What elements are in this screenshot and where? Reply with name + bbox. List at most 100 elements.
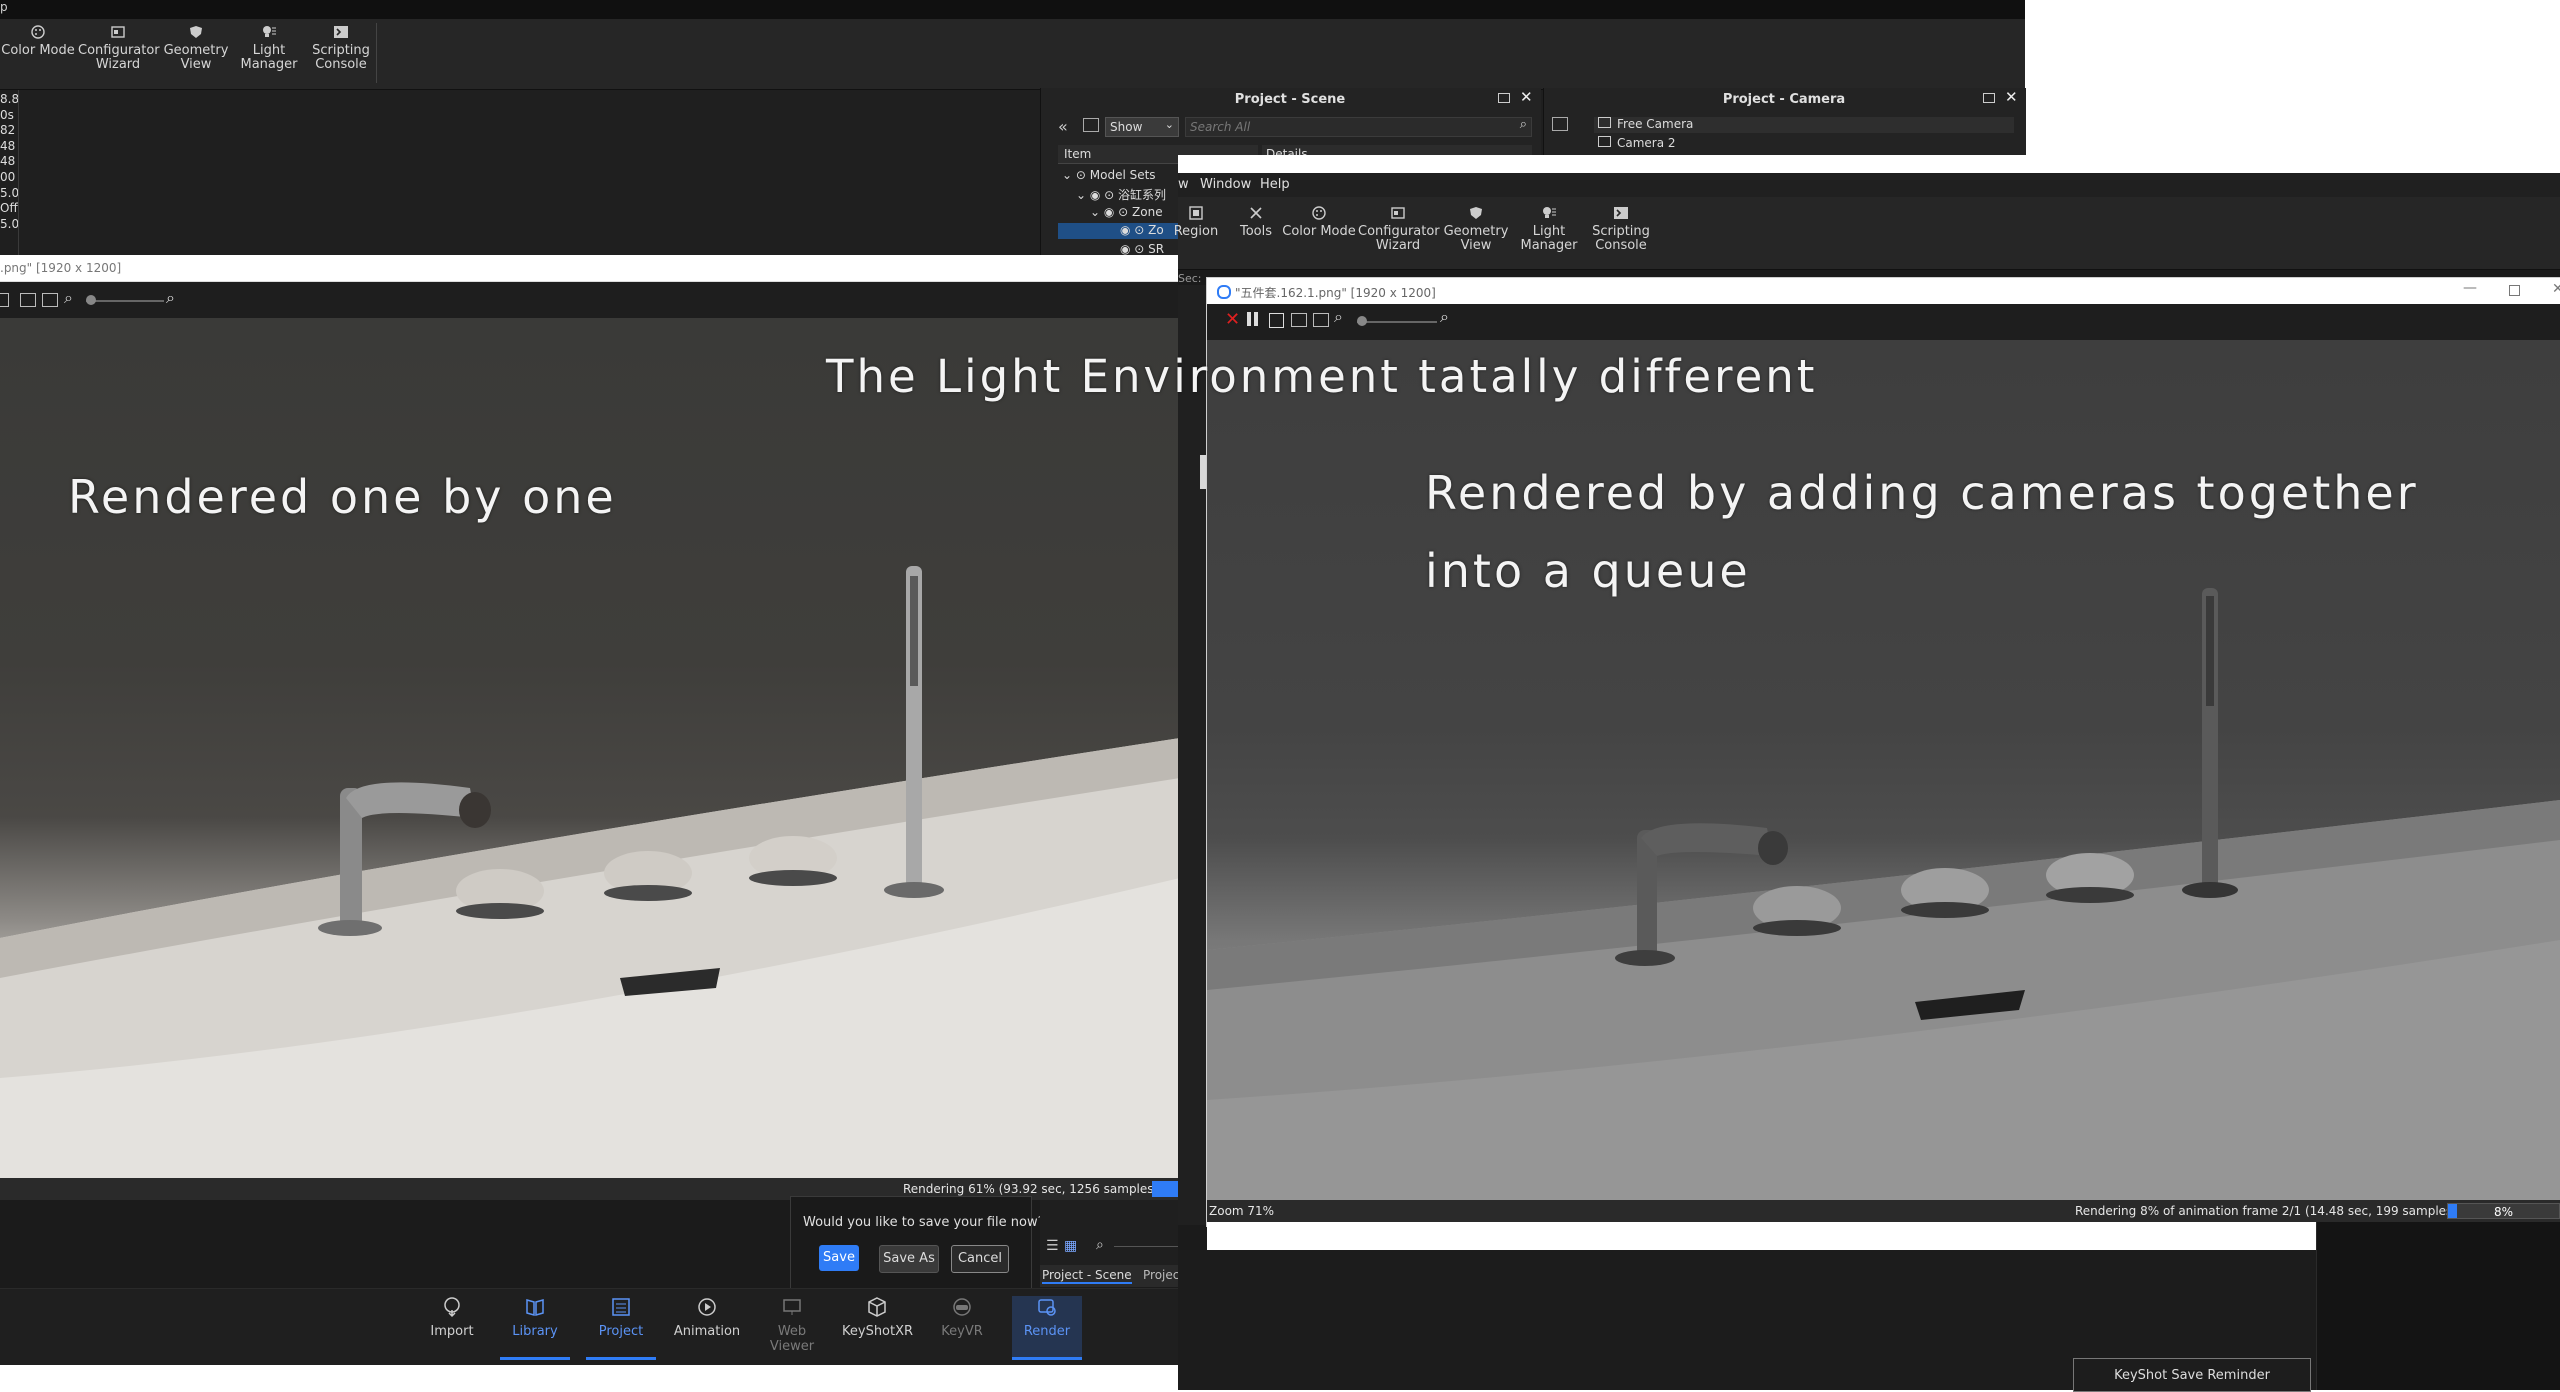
right-region-button[interactable]: Region <box>1172 205 1220 239</box>
tab-web-viewer[interactable]: Web Viewer <box>757 1296 827 1354</box>
tree-row-zone[interactable]: ⌄ ◉ ⊙ Zone <box>1090 205 1163 219</box>
zoom-out-icon[interactable]: ⌕ <box>64 288 73 308</box>
right-render-title: "五件套.162.1.png" [1920 x 1200] <box>1235 286 1436 300</box>
camera-item-2[interactable]: Camera 2 <box>1594 136 1676 150</box>
grid-view-icon[interactable]: ▦ <box>1064 1238 1077 1254</box>
scene-search-input[interactable]: Search All ⌕ <box>1185 117 1532 137</box>
fit-icon[interactable] <box>20 293 36 307</box>
zoom-slider-handle[interactable] <box>1357 316 1367 326</box>
console-icon <box>334 26 348 38</box>
zoom-in-icon[interactable]: ⌕ <box>166 288 175 308</box>
menu-window[interactable]: Window <box>1200 177 1251 192</box>
ribbon-label: Scripting <box>312 43 370 58</box>
save-button[interactable]: Save <box>819 1245 859 1271</box>
left-geometry-view-button[interactable]: Geometry View <box>160 24 232 72</box>
right-caption-line-2: into a queue <box>1425 544 1751 598</box>
side-value: 5.0 <box>0 216 20 231</box>
save-reminder-tab[interactable]: KeyShot Save Reminder <box>2073 1358 2311 1392</box>
left-configurator-wizard-button[interactable]: Configurator Wizard <box>78 24 160 72</box>
ribbon-label-2: Console <box>1595 238 1647 253</box>
save-dialog: Would you like to save your file now? Sa… <box>790 1196 1044 1290</box>
save-as-button[interactable]: Save As <box>879 1245 939 1273</box>
tab-label: Render <box>1023 1324 1071 1339</box>
scene-filter-icon[interactable] <box>1083 118 1099 132</box>
vr-icon <box>953 1298 971 1316</box>
actual-size-icon[interactable] <box>42 293 58 307</box>
left-light-manager-button[interactable]: Light Manager <box>234 24 304 72</box>
cancel-button[interactable]: Cancel <box>951 1245 1009 1273</box>
ribbon-label-2: Wizard <box>1375 238 1421 253</box>
list-icon <box>612 1298 630 1316</box>
tree-label: Zo <box>1148 223 1164 237</box>
scene-close-icon[interactable]: ✕ <box>1520 88 1533 106</box>
zoom-in-icon[interactable]: ⌕ <box>1440 307 1449 327</box>
menu-fragment[interactable]: p <box>0 0 8 14</box>
monitor-icon <box>783 1299 801 1315</box>
right-color-mode-button[interactable]: Color Mode <box>1280 205 1358 239</box>
tree-row-sr[interactable]: ◉ ⊙ SR <box>1120 242 1164 256</box>
tab-library[interactable]: Library <box>500 1296 570 1339</box>
ribbon-label: Geometry <box>163 43 229 58</box>
tab-render[interactable]: Render <box>1012 1296 1082 1360</box>
tab-animation[interactable]: Animation <box>672 1296 742 1339</box>
left-render-status: Rendering 61% (93.92 sec, 1256 samples) <box>903 1182 1159 1196</box>
camera-side-icon[interactable] <box>1552 117 1568 131</box>
scene-show-dropdown[interactable]: Show ⌄ <box>1105 117 1179 137</box>
save-icon[interactable] <box>1269 313 1284 328</box>
scene-float-icon[interactable] <box>1498 93 1510 103</box>
shield-icon <box>1470 207 1482 219</box>
pause-icon[interactable] <box>1247 312 1251 326</box>
left-color-mode-button[interactable]: Color Mode <box>0 24 76 58</box>
menu-help[interactable]: Help <box>1260 177 1290 192</box>
side-values: 8.8 0s 82 48 48 00 5.0 Off 5.0 <box>0 92 20 232</box>
stop-icon[interactable]: ✕ <box>1225 309 1240 330</box>
left-render-image <box>0 318 1180 1178</box>
zoom-slider-track[interactable] <box>1357 321 1437 323</box>
right-scripting-console-button[interactable]: Scripting Console <box>1586 205 1656 253</box>
left-scripting-console-button[interactable]: Scripting Console <box>306 24 376 72</box>
tab-render-underline <box>1012 1357 1082 1360</box>
search-icon[interactable]: ⌕ <box>1096 1237 1104 1253</box>
right-geometry-view-button[interactable]: Geometry View <box>1440 205 1512 253</box>
tab-project-other[interactable]: Projec <box>1143 1268 1179 1282</box>
tab-project-scene[interactable]: Project - Scene <box>1042 1268 1132 1284</box>
minimize-icon[interactable]: — <box>2463 280 2477 296</box>
right-progress-bar: 8% <box>2447 1203 2560 1219</box>
actual-size-icon[interactable] <box>1313 313 1329 327</box>
close-icon[interactable]: ✕ <box>2552 281 2560 297</box>
console-icon <box>1614 207 1628 219</box>
right-white-gap <box>1178 155 2560 173</box>
right-light-manager-button[interactable]: Light Manager <box>1514 205 1584 253</box>
camera-float-icon[interactable] <box>1983 93 1995 103</box>
tab-keyvr[interactable]: KeyVR <box>927 1296 997 1339</box>
camera-close-icon[interactable]: ✕ <box>2005 88 2018 106</box>
list-view-icon[interactable]: ☰ <box>1046 1238 1059 1254</box>
tab-project[interactable]: Project <box>586 1296 656 1339</box>
side-value: 48 <box>0 154 16 169</box>
maximize-icon[interactable] <box>2509 285 2520 296</box>
zoom-out-icon[interactable]: ⌕ <box>1334 307 1343 327</box>
zoom-slider-handle[interactable] <box>86 295 96 305</box>
tab-label: Animation <box>673 1324 741 1339</box>
right-menu-bar: w Window Help <box>1178 173 2560 197</box>
right-tools-button[interactable]: Tools <box>1232 205 1280 239</box>
camera-item-free[interactable]: Free Camera <box>1594 117 2014 133</box>
tab-import[interactable]: Import <box>417 1296 487 1339</box>
menu-fragment[interactable]: w <box>1178 177 1189 192</box>
right-configurator-wizard-button[interactable]: Configurator Wizard <box>1358 205 1440 253</box>
fit-icon[interactable] <box>1291 313 1307 327</box>
scene-show-label: Show <box>1110 120 1143 134</box>
region-icon[interactable] <box>0 293 9 307</box>
zoom-slider-track[interactable] <box>86 300 164 302</box>
ribbon-label: Configurator <box>1358 224 1440 239</box>
save-reminder-label: KeyShot Save Reminder <box>2114 1368 2270 1383</box>
tree-row-model-sets[interactable]: ⌄ ⊙ Model Sets <box>1062 168 1156 182</box>
tab-label: Library <box>512 1324 558 1339</box>
tree-row-zone-selected[interactable]: ◉ ⊙ Zo <box>1058 223 1178 239</box>
play-icon <box>698 1298 716 1316</box>
tab-keyshotxr[interactable]: KeyShotXR <box>842 1296 913 1339</box>
left-bathtub-illustration <box>0 566 1180 1178</box>
tree-row-group[interactable]: ⌄ ◉ ⊙ 浴缸系列 <box>1076 186 1166 203</box>
headline-caption: The Light Environment tatally different <box>826 350 1818 403</box>
scene-collapse-icon[interactable]: « <box>1058 117 1068 136</box>
